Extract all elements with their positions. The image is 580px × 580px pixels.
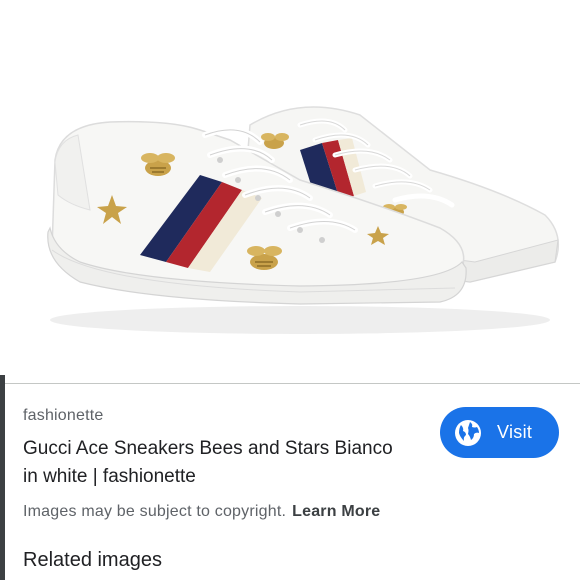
divider <box>0 383 580 384</box>
visit-button[interactable]: Visit <box>440 407 559 458</box>
copyright-text: Images may be subject to copyright. <box>23 503 287 520</box>
title-line-1: Gucci Ace Sneakers Bees and Stars Bianco <box>23 438 393 459</box>
globe-icon <box>455 419 481 446</box>
copyright-notice: Images may be subject to copyright. Learn… <box>23 503 380 521</box>
source-name[interactable]: fashionette <box>23 407 103 425</box>
related-images-heading: Related images <box>23 549 162 571</box>
learn-more-link[interactable]: Learn More <box>292 503 380 520</box>
product-image[interactable] <box>0 0 580 383</box>
panel-edge <box>0 375 5 580</box>
visit-label: Visit <box>497 422 533 442</box>
title-line-2: in white | fashionette <box>23 466 196 487</box>
result-title[interactable]: Gucci Ace Sneakers Bees and Stars Bianco… <box>23 435 423 491</box>
sneakers-image <box>47 106 560 334</box>
